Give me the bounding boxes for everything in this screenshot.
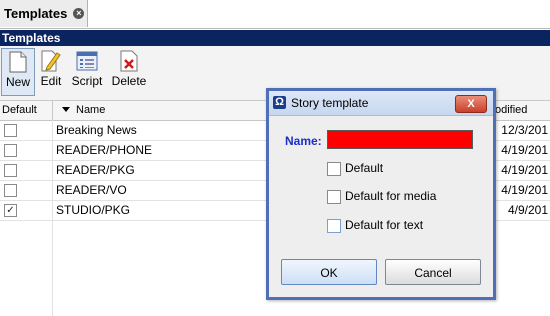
default-for-media-box[interactable] — [327, 190, 341, 204]
row-default-checkbox[interactable] — [4, 184, 17, 197]
tab-label: Templates — [4, 6, 68, 21]
row-name: STUDIO/PKG — [56, 203, 131, 217]
tab-strip: Templates × — [0, 0, 550, 29]
panel-title: Templates — [0, 30, 550, 46]
row-name: Breaking News — [56, 123, 137, 137]
sort-desc-icon — [62, 107, 70, 112]
delete-button[interactable]: Delete — [109, 48, 149, 96]
script-button[interactable]: Script — [68, 48, 106, 96]
row-modified: 4/9/201 — [507, 203, 548, 217]
tab-templates[interactable]: Templates × — [0, 0, 88, 27]
name-label: Name: — [285, 134, 322, 148]
new-document-icon — [9, 51, 27, 73]
default-checkbox-label: Default — [345, 161, 384, 175]
row-modified: 12/3/201 — [501, 123, 548, 137]
dialog-title-bar[interactable]: Ω Story template X — [269, 91, 493, 116]
row-modified: 4/19/201 — [501, 183, 548, 197]
edit-pencil-icon — [41, 50, 61, 72]
row-default-checkbox-checked[interactable]: ✓ — [4, 204, 17, 217]
new-button[interactable]: New — [1, 48, 35, 96]
edit-label: Edit — [40, 74, 62, 88]
script-list-icon — [76, 51, 98, 71]
name-input[interactable] — [327, 130, 473, 149]
default-for-text-box[interactable] — [327, 219, 341, 233]
row-name: READER/PHONE — [56, 143, 153, 157]
row-modified: 4/19/201 — [501, 163, 548, 177]
delete-icon — [120, 50, 138, 72]
column-default[interactable]: Default — [2, 101, 53, 120]
delete-label: Delete — [111, 74, 147, 88]
default-checkbox-box[interactable] — [327, 162, 341, 176]
new-label: New — [5, 75, 30, 89]
column-modified[interactable]: odified — [490, 101, 550, 120]
row-default-checkbox[interactable] — [4, 144, 17, 157]
app-omega-icon: Ω — [273, 96, 286, 109]
dialog-close-button[interactable]: X — [455, 95, 487, 113]
ok-button[interactable]: OK — [281, 259, 377, 285]
row-name: READER/PKG — [56, 163, 135, 177]
default-for-text-label: Default for text — [345, 218, 424, 232]
row-modified: 4/19/201 — [501, 143, 548, 157]
tab-close-icon[interactable]: × — [73, 8, 85, 19]
default-for-media-label: Default for media — [345, 189, 437, 203]
story-template-dialog: Ω Story template X Name: Default Default… — [266, 88, 496, 300]
row-default-checkbox[interactable] — [4, 164, 17, 177]
script-label: Script — [71, 74, 103, 88]
row-name: READER/VO — [56, 183, 127, 197]
dialog-title: Story template — [291, 96, 369, 110]
column-name-label: Name — [76, 104, 106, 116]
edit-button[interactable]: Edit — [37, 48, 65, 96]
cancel-button[interactable]: Cancel — [385, 259, 481, 285]
row-default-checkbox[interactable] — [4, 124, 17, 137]
